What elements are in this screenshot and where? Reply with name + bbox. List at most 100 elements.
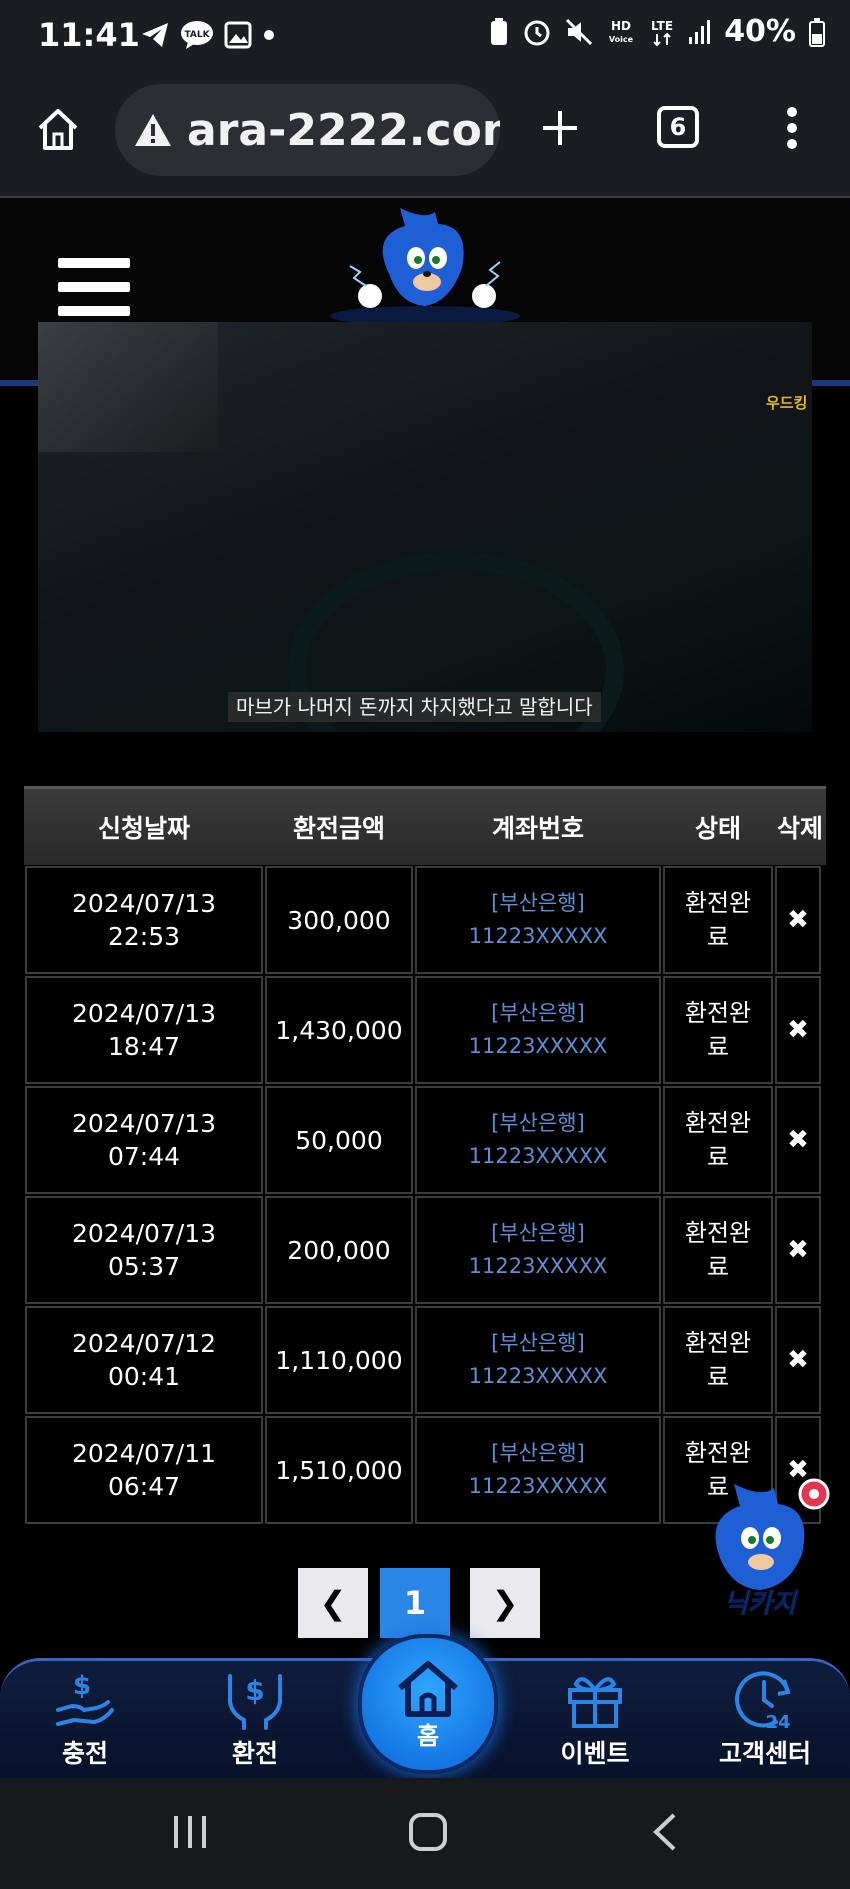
battery-icon [809, 17, 825, 47]
delete-button[interactable]: ✖ [775, 976, 821, 1084]
lte-icon: LTE [651, 19, 673, 46]
row-status-line2: 료 [706, 1253, 730, 1281]
row-bank: [부산은행] [491, 1001, 585, 1025]
tab-switcher-button[interactable]: 6 [657, 106, 699, 148]
row-date: 2024/07/11 [71, 1439, 217, 1468]
row-date: 2024/07/13 [71, 1109, 217, 1138]
amount-cell: 50,000 [265, 1086, 413, 1194]
next-page-button[interactable]: ❯ [470, 1568, 540, 1638]
row-amount: 50,000 [295, 1125, 383, 1155]
row-amount: 1,110,000 [275, 1345, 403, 1375]
status-cell: 환전완 료 [663, 1086, 773, 1194]
floating-chat-character-icon[interactable]: 닉카지 [690, 1478, 830, 1618]
back-icon[interactable] [650, 1812, 680, 1852]
nav-home-label: 홈 [416, 1721, 440, 1750]
table-row: 2024/07/13 05:37 200,000 [부산은행] 11223XXXXX… [24, 1195, 826, 1305]
close-icon: ✖ [787, 1015, 809, 1045]
row-time: 22:53 [107, 922, 181, 951]
row-date: 2024/07/12 [71, 1329, 217, 1358]
not-secure-warning-icon [135, 114, 171, 146]
alarm-icon [524, 20, 550, 45]
close-icon: ✖ [787, 1125, 809, 1155]
status-cell: 환전완 료 [663, 1196, 773, 1304]
tab-count: 6 [669, 113, 687, 141]
battery-saver-icon [491, 17, 508, 45]
row-status-line1: 환전완 [684, 889, 752, 917]
header-delete: 삭제 [776, 814, 823, 843]
status-cell: 환전완 료 [663, 866, 773, 974]
telegram-icon [142, 23, 168, 47]
home-icon[interactable] [34, 106, 82, 152]
close-icon: ✖ [787, 905, 809, 935]
row-status-line2: 료 [706, 1363, 730, 1391]
dot-icon [264, 30, 274, 40]
nav-event[interactable]: 이벤트 [530, 1658, 660, 1776]
charge-hand-coin-icon: $ [56, 1671, 114, 1726]
account-cell: [부산은행] 11223XXXXX [415, 1196, 661, 1304]
gift-icon [568, 1677, 622, 1728]
gallery-icon [224, 21, 252, 49]
nav-support-label: 고객센터 [718, 1739, 811, 1768]
menu-hamburger-icon[interactable] [58, 258, 130, 330]
date-cell: 2024/07/11 06:47 [25, 1416, 263, 1524]
battery-percent: 40% [724, 14, 796, 49]
amount-cell: 1,510,000 [265, 1416, 413, 1524]
nav-home-button[interactable]: 홈 [358, 1634, 498, 1774]
status-cell: 환전완 료 [663, 976, 773, 1084]
home-circle-icon[interactable] [408, 1812, 448, 1852]
svg-text:24: 24 [765, 1712, 790, 1732]
status-system-icons: HD Voice LTE 40% [488, 14, 826, 49]
row-account: 11223XXXXX [468, 924, 608, 948]
account-cell: [부산은행] 11223XXXXX [415, 866, 661, 974]
status-cell: 환전완 료 [663, 1306, 773, 1414]
date-cell: 2024/07/12 00:41 [25, 1306, 263, 1414]
header-date: 신청날짜 [97, 814, 190, 843]
amount-cell: 1,430,000 [265, 976, 413, 1084]
row-status-line1: 환전완 [684, 999, 752, 1027]
delete-button[interactable]: ✖ [775, 866, 821, 974]
delete-button[interactable]: ✖ [775, 1306, 821, 1414]
row-amount: 300,000 [287, 905, 391, 935]
nav-exchange-label: 환전 [231, 1739, 278, 1768]
row-time: 05:37 [107, 1252, 181, 1281]
delete-button[interactable]: ✖ [775, 1196, 821, 1304]
svg-text:$: $ [73, 1671, 91, 1701]
account-cell: [부산은행] 11223XXXXX [415, 1416, 661, 1524]
prev-page-button[interactable]: ❮ [298, 1568, 368, 1638]
recent-apps-icon[interactable] [170, 1812, 210, 1852]
svg-text:TALK: TALK [184, 30, 210, 40]
nav-charge[interactable]: $ 충전 [20, 1658, 150, 1776]
amount-cell: 200,000 [265, 1196, 413, 1304]
row-account: 11223XXXXX [468, 1144, 608, 1168]
support-24h-icon: 24 [735, 1671, 791, 1732]
row-amount: 1,430,000 [275, 1015, 403, 1045]
amount-cell: 300,000 [265, 866, 413, 974]
video-player[interactable] [38, 322, 812, 732]
nav-charge-label: 충전 [61, 1739, 108, 1768]
home-icon [398, 1660, 458, 1717]
table-row: 2024/07/13 18:47 1,430,000 [부산은행] 11223XXX… [24, 975, 826, 1085]
row-date: 2024/07/13 [71, 1219, 217, 1248]
address-bar[interactable]: ara-2222.com [115, 84, 500, 176]
sonic-logo-icon[interactable] [330, 206, 520, 322]
table-header: 신청날짜 환전금액 계좌번호 상태 삭제 [24, 786, 826, 865]
page-number-button[interactable]: 1 [380, 1568, 450, 1638]
nav-support[interactable]: 24 고객센터 [700, 1658, 830, 1776]
svg-text:$: $ [245, 1674, 264, 1707]
video-caption: 마브가 나머지 돈까지 차지했다고 말합니다 [228, 692, 601, 722]
header-amount: 환전금액 [292, 814, 385, 843]
date-cell: 2024/07/13 22:53 [25, 866, 263, 974]
date-cell: 2024/07/13 07:44 [25, 1086, 263, 1194]
nav-exchange[interactable]: $ 환전 [190, 1658, 320, 1776]
video-watermark: 우드킹 [766, 394, 808, 412]
url-text: ara-2222.com [187, 104, 500, 156]
table-row: 2024/07/12 00:41 1,110,000 [부산은행] 11223XXX… [24, 1305, 826, 1415]
svg-text:Voice: Voice [609, 35, 634, 44]
date-cell: 2024/07/13 05:37 [25, 1196, 263, 1304]
delete-button[interactable]: ✖ [775, 1086, 821, 1194]
new-tab-icon[interactable] [540, 108, 580, 148]
header-status: 상태 [694, 814, 741, 843]
close-icon: ✖ [787, 1345, 809, 1375]
more-menu-icon[interactable] [784, 106, 800, 150]
row-bank: [부산은행] [491, 1441, 585, 1465]
